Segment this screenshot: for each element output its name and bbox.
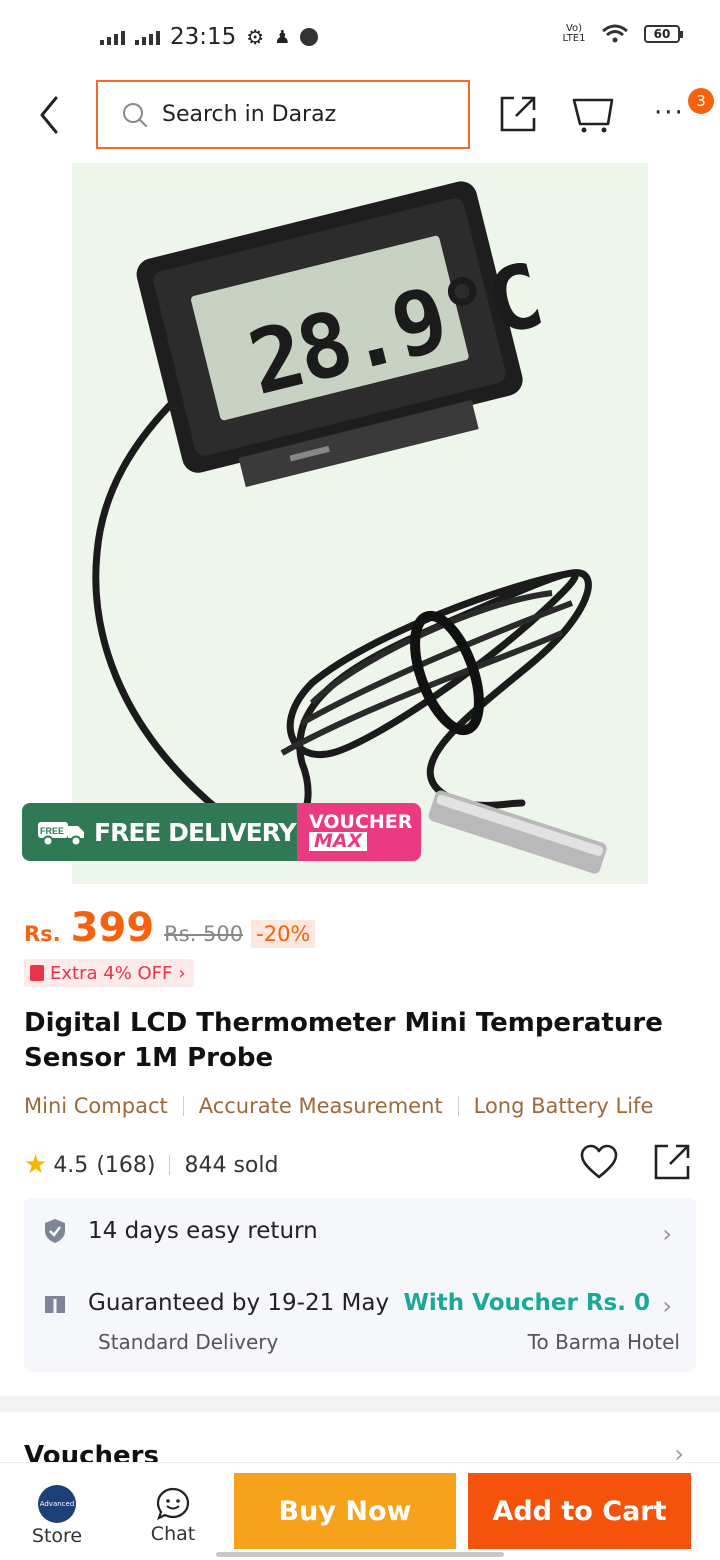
- extra-offer-text: Extra 4% OFF: [50, 962, 173, 984]
- rating-row[interactable]: ★ 4.5 (168) 844 sold: [24, 1150, 278, 1180]
- guarantee-text: Guaranteed by 19-21 May: [88, 1290, 390, 1316]
- thermometer-illustration: [92, 181, 607, 874]
- free-delivery-badge: FREE FREE DELIVERY: [22, 803, 297, 861]
- volte-label: Vo) LTE1: [562, 23, 586, 44]
- chat-icon: [156, 1487, 190, 1521]
- original-price: Rs. 500: [164, 922, 244, 946]
- extra-offer[interactable]: Extra 4% OFF ›: [24, 959, 194, 987]
- free-tag: FREE: [40, 826, 64, 836]
- delivery-truck-icon: FREE: [38, 822, 84, 847]
- tag-long-battery-life[interactable]: Long Battery Life: [474, 1094, 654, 1118]
- service-info-box: 14 days easy return › Guaranteed by 19-2…: [24, 1198, 696, 1372]
- store-logo-text: Advanced: [39, 1500, 75, 1508]
- gift-box-icon: [45, 1296, 65, 1313]
- share-icon[interactable]: [498, 94, 538, 134]
- store-label: Store: [31, 1525, 83, 1547]
- wifi-icon: [602, 24, 628, 43]
- messenger-icon: [300, 28, 319, 46]
- store-logo: Advanced: [38, 1485, 76, 1523]
- discount-badge: -20%: [251, 920, 316, 948]
- chevron-right-icon[interactable]: ›: [662, 1220, 672, 1248]
- max-text: MAX: [309, 832, 368, 851]
- section-divider: [0, 1396, 720, 1412]
- chevron-right-icon: ›: [178, 962, 186, 984]
- more-options-icon[interactable]: ···: [654, 98, 685, 128]
- top-nav: Search in Daraz ··· 3: [0, 78, 720, 152]
- status-time: 23:15: [170, 24, 237, 50]
- signal-icon-2: [135, 29, 160, 45]
- wishlist-heart-icon[interactable]: [580, 1144, 618, 1180]
- settings-icon: ⚙: [246, 25, 265, 49]
- vouchers-heading: Vouchers: [24, 1441, 159, 1462]
- tag-mini-compact[interactable]: Mini Compact: [24, 1094, 168, 1118]
- search-icon: [123, 102, 147, 127]
- home-indicator[interactable]: [216, 1552, 504, 1557]
- battery-icon: 60: [644, 25, 683, 43]
- cart-badge: 3: [688, 88, 714, 114]
- rating-count: (168): [96, 1152, 156, 1178]
- status-right: Vo) LTE1 60: [562, 23, 683, 44]
- chevron-right-icon[interactable]: ›: [662, 1292, 672, 1320]
- product-title: Digital LCD Thermometer Mini Temperature…: [24, 1008, 663, 1073]
- free-delivery-text: FREE DELIVERY: [94, 817, 297, 847]
- signal-icon: [100, 29, 125, 45]
- sold-count: 844 sold: [184, 1152, 279, 1178]
- tag-accurate-measurement[interactable]: Accurate Measurement: [199, 1094, 443, 1118]
- price-currency: Rs.: [24, 922, 61, 946]
- price-amount: 399: [70, 905, 155, 951]
- price-row: Rs. 399 Rs. 500 -20%: [24, 905, 316, 951]
- buy-now-button[interactable]: Buy Now: [234, 1473, 456, 1549]
- delivery-destination: To Barma Hotel: [527, 1330, 680, 1354]
- cart-icon[interactable]: [572, 94, 616, 134]
- chat-label: Chat: [150, 1523, 196, 1545]
- battery-level: 60: [653, 27, 671, 41]
- back-arrow-icon[interactable]: [30, 92, 70, 138]
- tag-divider: [182, 1096, 184, 1116]
- voucher-max-badge: VOUCHER MAX: [297, 803, 421, 861]
- promo-banner: FREE FREE DELIVERY VOUCHER MAX: [22, 803, 421, 861]
- store-button[interactable]: Advanced Store: [30, 1485, 84, 1547]
- product-tags: Mini Compact Accurate Measurement Long B…: [24, 1094, 653, 1118]
- add-to-cart-button[interactable]: Add to Cart: [468, 1473, 691, 1549]
- bottom-action-bar: Advanced Store Chat Buy Now Add to Cart: [0, 1462, 720, 1560]
- delivery-row[interactable]: Guaranteed by 19-21 May: [44, 1290, 389, 1316]
- coupon-icon: [30, 965, 44, 981]
- return-policy-row[interactable]: 14 days easy return: [44, 1218, 318, 1244]
- share-product-icon[interactable]: [653, 1143, 691, 1181]
- status-left: 23:15 ⚙ ♟: [100, 24, 319, 50]
- star-icon: ★: [24, 1150, 48, 1180]
- search-bar[interactable]: Search in Daraz: [96, 80, 470, 149]
- return-text: 14 days easy return: [88, 1218, 318, 1244]
- status-bar: 23:15 ⚙ ♟ Vo) LTE1 60: [0, 0, 720, 76]
- chat-button[interactable]: Chat: [148, 1487, 198, 1545]
- snapchat-icon: ♟: [274, 26, 291, 48]
- delivery-type: Standard Delivery: [98, 1330, 279, 1354]
- search-placeholder: Search in Daraz: [162, 102, 337, 127]
- product-image[interactable]: 28.9°C: [72, 163, 648, 884]
- rating-value: 4.5: [53, 1152, 89, 1178]
- tag-divider: [457, 1096, 459, 1116]
- rating-divider: [169, 1155, 171, 1175]
- voucher-delivery-text: With Voucher Rs. 0: [403, 1290, 650, 1316]
- shield-check-icon: [45, 1219, 65, 1243]
